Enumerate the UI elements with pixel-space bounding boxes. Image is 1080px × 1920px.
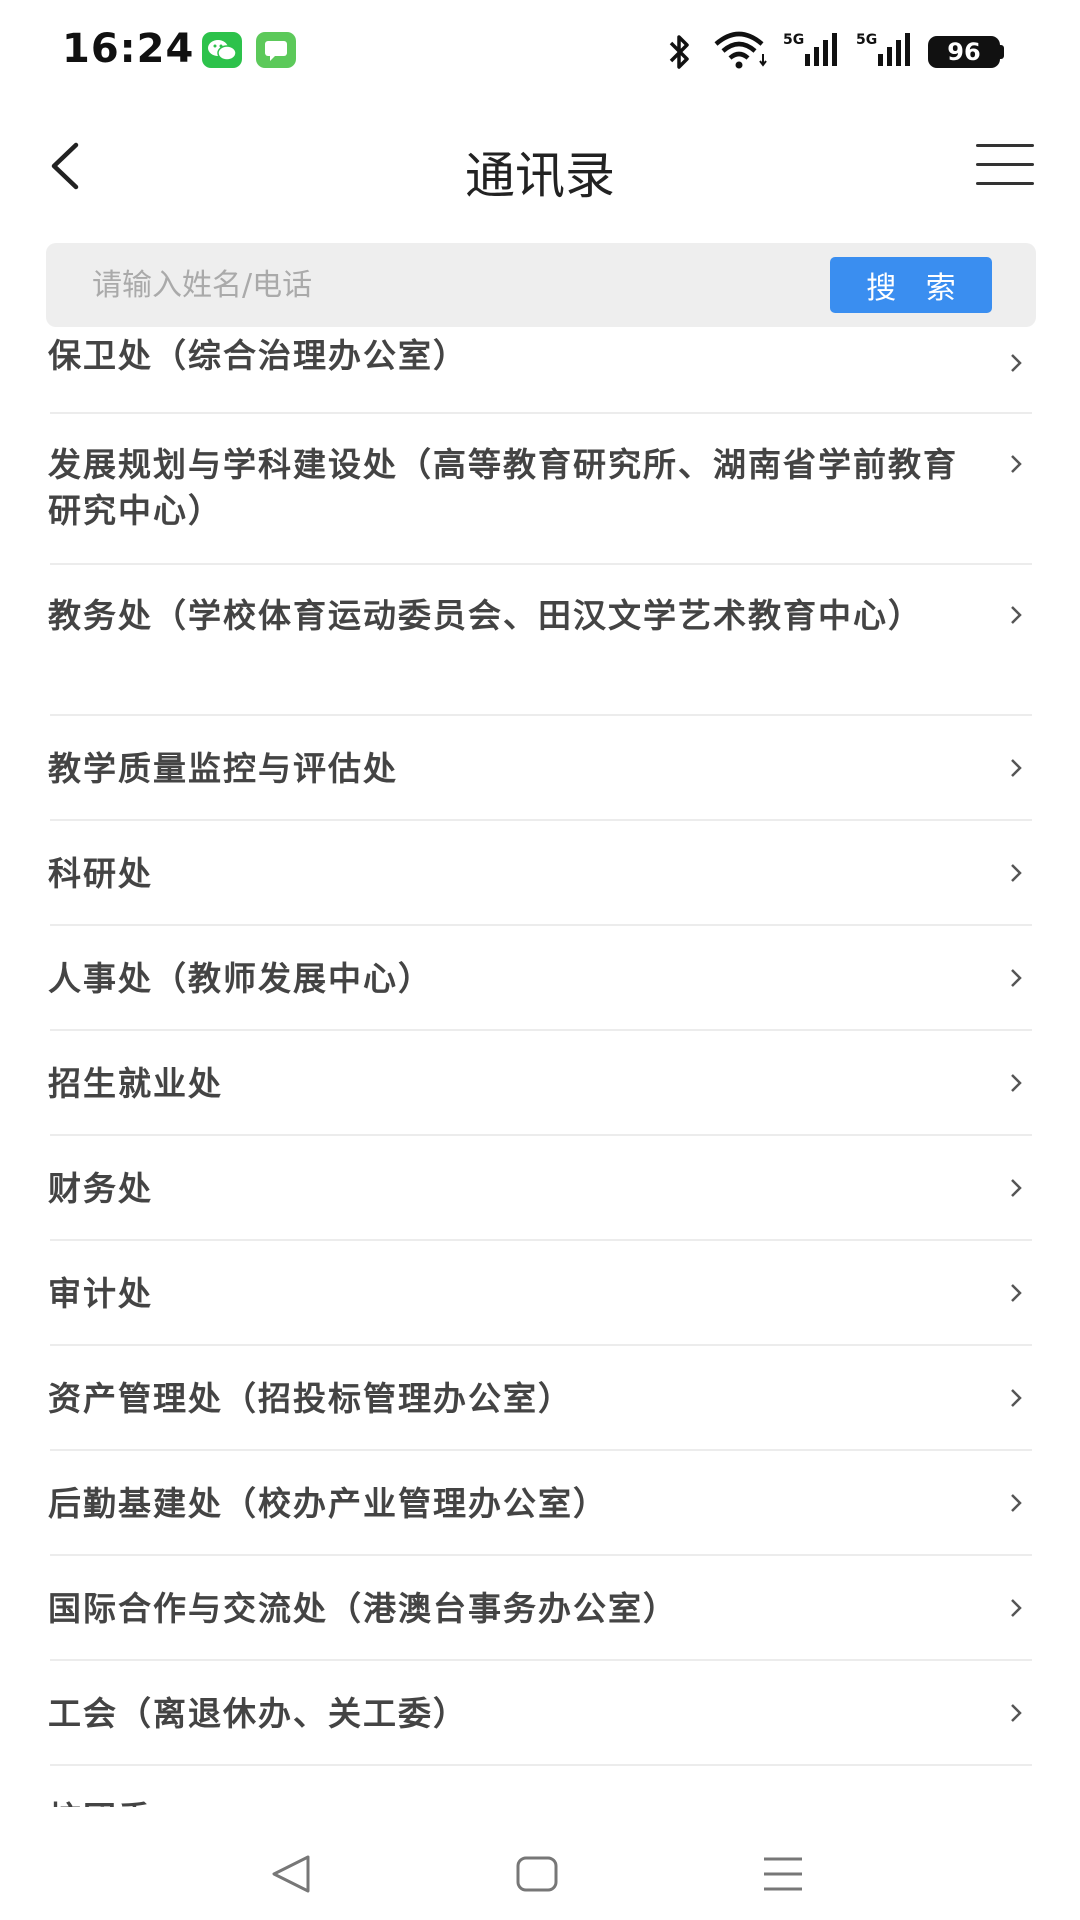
list-item[interactable]: 人事处（教师发展中心） bbox=[0, 926, 1080, 1031]
cellular-signal-icon: 5G bbox=[783, 30, 839, 74]
list-item[interactable]: 教务处（学校体育运动委员会、田汉文学艺术教育中心） bbox=[0, 565, 1080, 716]
signal-label: 5G bbox=[783, 32, 804, 48]
list-item[interactable]: 后勤基建处（校办产业管理办公室） bbox=[0, 1451, 1080, 1556]
nav-back-icon[interactable] bbox=[268, 1853, 314, 1895]
list-item[interactable]: 发展规划与学科建设处（高等教育研究所、湖南省学前教育研究中心） bbox=[0, 414, 1080, 565]
list-item-label: 国际合作与交流处（港澳台事务办公室） bbox=[48, 1589, 678, 1628]
battery-tip bbox=[1000, 45, 1004, 59]
status-bar: 16:24 5G 5G 96 bbox=[0, 0, 1080, 100]
wifi-icon bbox=[712, 30, 770, 74]
title-bar: 通讯录 bbox=[0, 110, 1080, 220]
chevron-right-icon bbox=[1011, 354, 1022, 372]
hamburger-line bbox=[976, 182, 1034, 185]
signal-label: 5G bbox=[856, 32, 877, 48]
list-item-label: 发展规划与学科建设处（高等教育研究所、湖南省学前教育研究中心） bbox=[48, 445, 958, 530]
search-bar: 搜 索 bbox=[46, 243, 1036, 327]
search-input[interactable] bbox=[92, 243, 852, 327]
list-item[interactable]: 招生就业处 bbox=[0, 1031, 1080, 1136]
list-item[interactable]: 财务处 bbox=[0, 1136, 1080, 1241]
chevron-right-icon bbox=[1011, 455, 1022, 473]
chevron-right-icon bbox=[1011, 1074, 1022, 1092]
clock: 16:24 bbox=[62, 26, 195, 72]
list-item[interactable]: 保卫处（综合治理办公室） bbox=[0, 327, 1080, 414]
battery-level: 96 bbox=[928, 36, 1000, 68]
list-item-label: 人事处（教师发展中心） bbox=[48, 959, 433, 998]
bluetooth-icon bbox=[665, 32, 695, 76]
cellular-signal-icon: 5G bbox=[856, 30, 912, 74]
chevron-right-icon bbox=[1011, 1494, 1022, 1512]
list-item[interactable]: 国际合作与交流处（港澳台事务办公室） bbox=[0, 1556, 1080, 1661]
search-button[interactable]: 搜 索 bbox=[830, 257, 992, 313]
system-navigation-bar bbox=[0, 1807, 1080, 1920]
messages-notification-icon bbox=[256, 32, 296, 68]
list-item-label: 教务处（学校体育运动委员会、田汉文学艺术教育中心） bbox=[48, 596, 923, 635]
list-item[interactable]: 工会（离退休办、关工委） bbox=[0, 1661, 1080, 1766]
list-item-label: 招生就业处 bbox=[48, 1064, 223, 1103]
department-list: 保卫处（综合治理办公室） 发展规划与学科建设处（高等教育研究所、湖南省学前教育研… bbox=[0, 327, 1080, 1807]
chevron-right-icon bbox=[1011, 969, 1022, 987]
list-item[interactable]: 科研处 bbox=[0, 821, 1080, 926]
list-item-label: 科研处 bbox=[48, 854, 153, 893]
chevron-right-icon bbox=[1011, 864, 1022, 882]
list-item[interactable]: 教学质量监控与评估处 bbox=[0, 716, 1080, 821]
chevron-right-icon bbox=[1011, 606, 1022, 624]
list-item-label: 教学质量监控与评估处 bbox=[48, 749, 398, 788]
list-item[interactable]: 审计处 bbox=[0, 1241, 1080, 1346]
page-title: 通讯录 bbox=[465, 147, 615, 205]
wechat-notification-icon bbox=[202, 32, 242, 68]
list-item-label: 审计处 bbox=[48, 1274, 153, 1313]
chevron-right-icon bbox=[1011, 1179, 1022, 1197]
hamburger-line bbox=[976, 163, 1034, 166]
list-item-label: 工会（离退休办、关工委） bbox=[48, 1694, 468, 1733]
list-item-label: 资产管理处（招投标管理办公室） bbox=[48, 1379, 573, 1418]
list-item-label: 后勤基建处（校办产业管理办公室） bbox=[48, 1484, 608, 1523]
chevron-right-icon bbox=[1011, 1599, 1022, 1617]
list-item-label: 校团委 bbox=[48, 1796, 970, 1807]
chevron-right-icon bbox=[1011, 1389, 1022, 1407]
list-item-label: 保卫处（综合治理办公室） bbox=[48, 336, 468, 375]
nav-home-icon[interactable] bbox=[514, 1853, 560, 1895]
chevron-right-icon bbox=[1011, 759, 1022, 777]
chevron-right-icon bbox=[1011, 1284, 1022, 1302]
list-item[interactable]: 资产管理处（招投标管理办公室） bbox=[0, 1346, 1080, 1451]
list-item-label: 财务处 bbox=[48, 1169, 153, 1208]
menu-button[interactable] bbox=[972, 140, 1038, 190]
chevron-right-icon bbox=[1011, 1704, 1022, 1722]
list-item[interactable]: 校团委 bbox=[0, 1766, 1080, 1807]
hamburger-line bbox=[976, 144, 1034, 147]
nav-recents-icon[interactable] bbox=[760, 1853, 806, 1895]
